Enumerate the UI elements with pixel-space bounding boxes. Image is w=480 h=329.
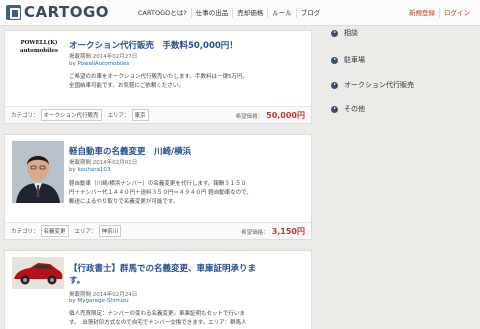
by-label: by (69, 298, 76, 304)
nav-item-post-job[interactable]: 仕事の出品 (190, 8, 233, 18)
listing-card: POWELL(K) automobiles オークション代行販売 手数料50,0… (4, 30, 312, 124)
by-label: by (69, 167, 76, 173)
listing-title[interactable]: 【行政書士】群馬での名義変更、車庫証明承りま す。 (69, 263, 256, 287)
listing-footer: カテゴリ： オークション代行販売 エリア： 東京 希望価格： 50,000円 (5, 106, 311, 123)
car-photo-icon (12, 257, 64, 289)
price-label: 希望価格： (241, 229, 269, 236)
main-nav: CARTOGOとは? 仕事の出品 売却価格 ルール ブログ (134, 0, 324, 26)
listing-thumbnail[interactable] (12, 141, 64, 203)
account-links: 新規登録 ログイン (405, 0, 474, 26)
logo-icon (6, 4, 21, 20)
sidebar-item-label: オークション代行販売 (344, 81, 414, 89)
area-tag[interactable]: 東京 (131, 109, 149, 121)
price-value: 3,150円 (271, 226, 305, 236)
category-tag[interactable]: 名義変更 (40, 225, 69, 237)
author-link[interactable]: Mygarage-Shimizu (78, 298, 129, 304)
listing-date: 掲載期間 2014年02月24日 (69, 292, 138, 298)
logo-text: CARTOGO (24, 3, 110, 21)
description-line: 円＋ナンバー代１４４０円＋送料３５０円＝４９４０円 軽自動車なので、 (69, 190, 253, 196)
top-bar: CARTOGO CARTOGOとは? 仕事の出品 売却価格 ルール ブログ 新規… (0, 0, 480, 26)
listing-title[interactable]: 軽自動車の名義変更 川崎/横浜 (69, 145, 191, 157)
register-link[interactable]: 新規登録 (405, 8, 439, 18)
arrow-circle-icon (331, 29, 338, 37)
nav-item-rules[interactable]: ルール (267, 8, 296, 18)
listing-thumbnail[interactable] (12, 257, 64, 289)
person-photo-icon (12, 141, 64, 203)
sidebar-item-label: その他 (344, 105, 365, 113)
description-line: 個人売買限定：ナンバーの変わる名義変更。車庫証明もセットで行いま (69, 311, 246, 317)
title-line: 【行政書士】群馬での名義変更、車庫証明承りま (69, 264, 257, 274)
price-group: 希望価格： 50,000円 (236, 110, 305, 121)
description-line: 郵送によるやり取りで名義変更が可能です。 (69, 199, 179, 205)
sidebar-item-label: 相談 (344, 29, 358, 37)
listing-date: 掲載期間 2014年02月01日 (69, 160, 138, 166)
area-tag[interactable]: 神奈川 (98, 225, 122, 237)
listing-description: 軽自動車（川崎/横浜ナンバー）の名義変更を代行します。報酬３１５０ 円＋ナンバー… (69, 180, 307, 207)
price-group: 希望価格： 3,150円 (241, 226, 305, 237)
nav-item-sale-price[interactable]: 売却価格 (232, 8, 267, 18)
listing-description: ご希望のお車をオークション代行販売いたします。手数料は一律5万円。 全国納車可能… (69, 73, 307, 91)
description-line: 全国納車可能です。お気軽にご依頼ください。 (69, 83, 184, 89)
category-tag[interactable]: オークション代行販売 (40, 109, 102, 121)
sidebar-item-auction[interactable]: オークション代行販売 (331, 80, 414, 90)
login-link[interactable]: ログイン (439, 8, 474, 18)
listing-thumbnail[interactable]: POWELL(K) automobiles (13, 39, 65, 55)
author-link[interactable]: PowellAutomobiles (78, 61, 130, 67)
listing-card: 【行政書士】群馬での名義変更、車庫証明承りま す。 掲載期間 2014年02月2… (4, 250, 312, 329)
by-label: by (69, 61, 76, 67)
arrow-circle-icon (331, 56, 338, 64)
site-logo[interactable]: CARTOGO (6, 3, 109, 21)
listing-date: 掲載期間 2014年02月27日 (69, 54, 138, 60)
listing-byline: by kouhara103 (69, 167, 110, 173)
arrow-circle-icon (331, 105, 338, 113)
sidebar-item-other[interactable]: その他 (331, 104, 365, 114)
area-label: エリア： (107, 113, 130, 119)
price-label: 希望価格： (235, 113, 264, 120)
sidebar-item-label: 駐車場 (344, 56, 365, 64)
listing-byline: by Mygarage-Shimizu (69, 298, 129, 304)
description-line: ご希望のお車をオークション代行販売いたします。手数料は一律5万円。 (69, 74, 248, 80)
sidebar-item-parking[interactable]: 駐車場 (331, 55, 365, 65)
price-value: 50,000円 (266, 110, 305, 120)
nav-item-blog[interactable]: ブログ (295, 8, 325, 18)
nav-item-about[interactable]: CARTOGOとは? (134, 8, 191, 18)
listing-description: 個人売買限定：ナンバーの変わる名義変更。車庫証明もセットで行いま す。 出張封印… (69, 310, 307, 328)
title-line: す。 (69, 276, 86, 286)
sidebar-item-consultation[interactable]: 相談 (331, 28, 358, 38)
arrow-circle-icon (331, 81, 338, 89)
category-label: カテゴリ： (11, 229, 39, 235)
author-link[interactable]: kouhara103 (78, 167, 111, 173)
area-label: エリア： (74, 229, 97, 235)
description-line: 軽自動車（川崎/横浜ナンバー）の名義変更を代行します。報酬３１５０ (69, 181, 247, 187)
listing-title[interactable]: オークション代行販売 手数料50,000円！ (69, 39, 238, 51)
listing-footer: カテゴリ： 名義変更 エリア： 神奈川 希望価格： 3,150円 (5, 222, 311, 239)
description-line: す。 出張封印方式なので自宅でナンバー交換できます。エリア：群馬人 (69, 320, 247, 326)
listing-byline: by PowellAutomobiles (69, 61, 129, 67)
category-label: カテゴリ： (11, 113, 39, 119)
listing-card: 軽自動車の名義変更 川崎/横浜 掲載期間 2014年02月01日 by kouh… (4, 134, 312, 240)
